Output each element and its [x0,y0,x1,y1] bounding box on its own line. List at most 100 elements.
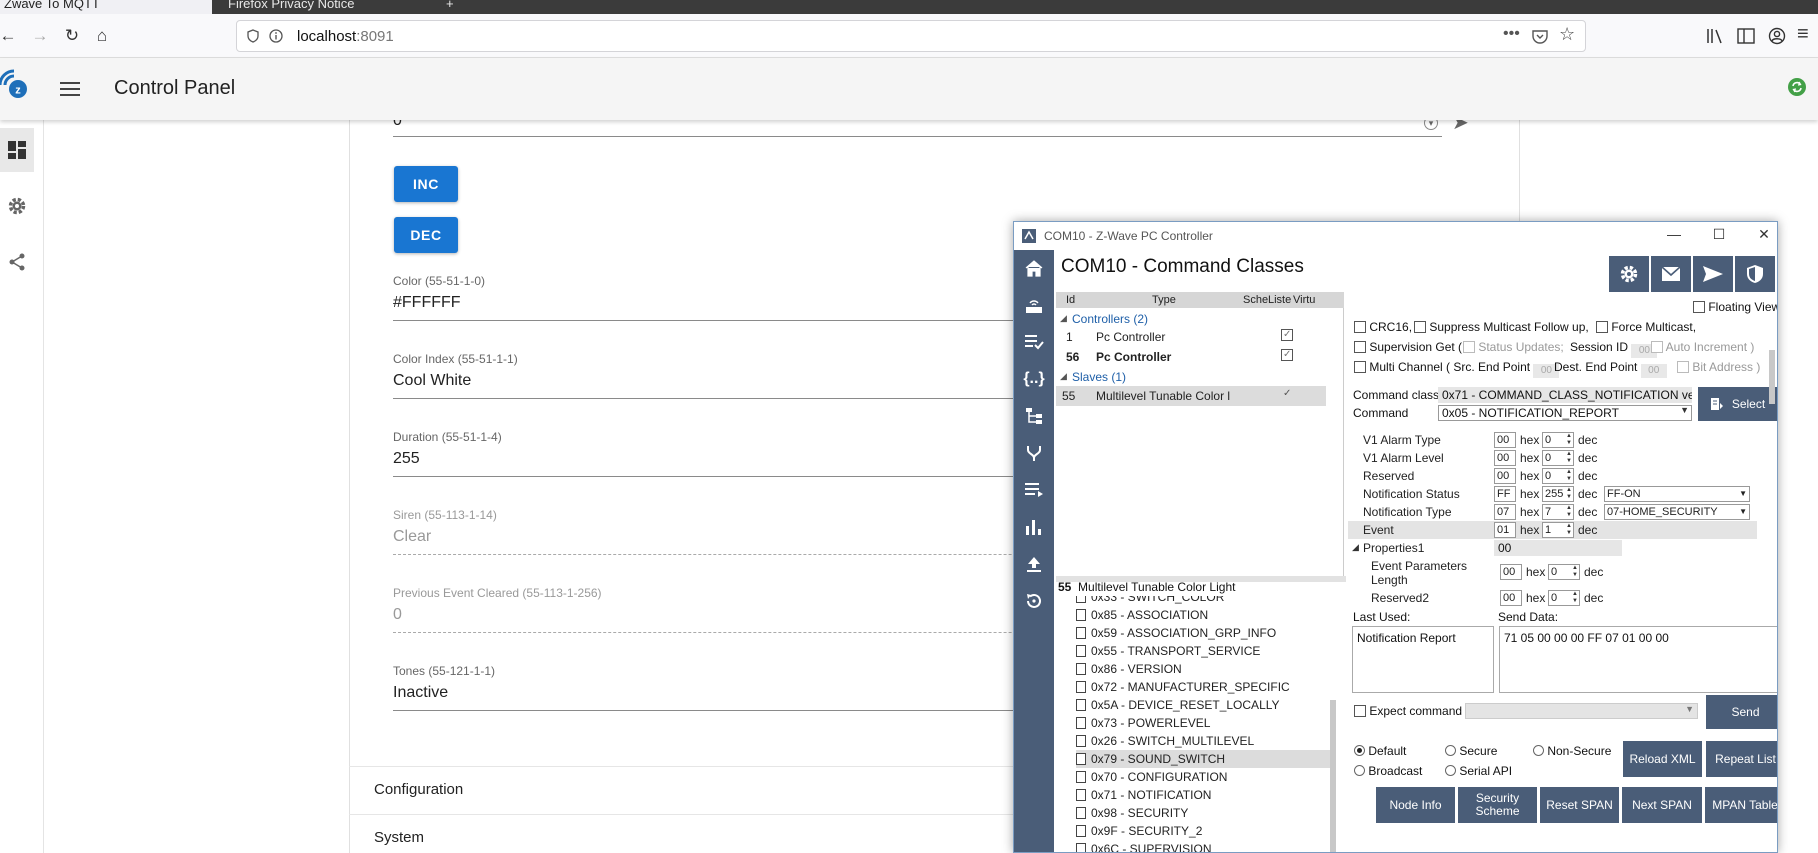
list-item[interactable]: 0x98 - SECURITY [1076,804,1330,822]
list-item[interactable]: 0x26 - SWITCH_MULTILEVEL [1076,732,1330,750]
dec-input[interactable]: 0 ▲ ▼ [1542,468,1574,484]
network-tree-icon[interactable] [1014,398,1054,434]
list-item[interactable]: 0x59 - ASSOCIATION_GRP_INFO [1076,624,1330,642]
table-row[interactable]: 1 Pc Controller ✓ [1056,327,1336,347]
radio-serial-api[interactable]: Serial API [1445,764,1512,778]
settings-gear-icon[interactable] [0,184,34,228]
list-item[interactable]: 0x71 - NOTIFICATION [1076,786,1330,804]
browser-tab-zwave[interactable]: Zwave To MQTT [0,0,212,14]
node-info-button[interactable]: Node Info [1376,787,1455,823]
radio-button[interactable] [1445,745,1456,756]
params-scrollbar[interactable] [1769,350,1775,404]
new-tab-button[interactable]: + [446,0,466,14]
controllers-group[interactable]: ◢ Controllers (2) [1056,309,1336,329]
column-header[interactable]: Type [1152,294,1176,306]
force-multicast-option[interactable]: Force Multicast, [1596,320,1696,334]
minimize-icon[interactable]: — [1662,226,1686,246]
send-button[interactable]: Send [1706,695,1777,729]
bookmark-star-icon[interactable]: ☆ [1559,24,1575,45]
select-button[interactable]: Select [1698,387,1777,421]
reload-icon[interactable]: ↻ [60,24,84,48]
crc16-option[interactable]: CRC16, [1354,320,1412,334]
pocket-icon[interactable] [1532,29,1548,44]
list-item[interactable]: 0x72 - MANUFACTURER_SPECIFIC [1076,678,1330,696]
list-item-selected[interactable]: 0x79 - SOUND_SWITCH [1076,750,1330,768]
repeat-list-button[interactable]: Repeat List [1706,741,1777,777]
list-check-icon[interactable] [1014,324,1054,360]
list-item[interactable]: 0x5A - DEVICE_RESET_LOCALLY [1076,696,1330,714]
command-dropdown[interactable]: 0x05 - NOTIFICATION_REPORT ▼ [1438,405,1692,421]
send-icon[interactable] [1693,256,1733,292]
dec-input[interactable]: 0 ▲ ▼ [1548,564,1580,580]
reset-span-button[interactable]: Reset SPAN [1540,787,1619,823]
radio-button[interactable] [1533,745,1544,756]
browser-tab-privacy[interactable]: Firefox Privacy Notice [222,0,442,14]
window-titlebar[interactable]: COM10 - Z-Wave PC Controller — ☐ ✕ [1014,222,1777,250]
mail-icon[interactable] [1651,256,1691,292]
dec-input[interactable]: 255 ▲ ▼ [1542,486,1574,502]
hex-input[interactable]: 01 [1494,522,1516,538]
radio-button[interactable] [1354,765,1365,776]
security-scheme-button[interactable]: Security Scheme [1458,787,1537,823]
home-icon[interactable] [1014,250,1054,286]
info-icon[interactable] [269,29,283,43]
dec-input[interactable]: 0 ▲ ▼ [1542,432,1574,448]
hex-input[interactable]: 00 [1500,564,1522,580]
table-row-selected[interactable]: 55 Multilevel Tunable Color l ✓ [1056,386,1326,406]
radio-secure[interactable]: Secure [1445,744,1497,758]
library-icon[interactable] [1706,28,1724,44]
dashboard-icon[interactable] [0,128,34,172]
value-dropdown[interactable]: FF-ON ▼ [1604,486,1750,502]
supervision-get-checkbox[interactable] [1354,341,1366,353]
hamburger-menu-icon[interactable] [60,81,80,96]
last-used-list[interactable]: Notification Report [1352,626,1494,693]
radio-button[interactable] [1445,765,1456,776]
upload-icon[interactable] [1014,546,1054,582]
maximize-icon[interactable]: ☐ [1707,226,1731,246]
floating-view-checkbox[interactable] [1693,301,1705,313]
forward-icon[interactable]: → [28,24,52,48]
dec-button[interactable]: DEC [394,217,458,253]
list-item[interactable]: 0x55 - TRANSPORT_SERVICE [1076,642,1330,660]
settings-gear-icon[interactable] [1609,256,1649,292]
table-row[interactable]: 56 Pc Controller ✓ [1056,347,1336,367]
send-data-field[interactable]: 71 05 00 00 00 FF 07 01 00 00 [1499,626,1777,693]
hex-input[interactable]: 00 [1494,450,1516,466]
page-actions-icon[interactable]: ••• [1503,25,1520,43]
list-item[interactable]: 0x70 - CONFIGURATION [1076,768,1330,786]
close-icon[interactable]: ✕ [1752,226,1776,246]
supervision-get-option[interactable]: Supervision Get ( [1354,340,1462,354]
hex-input[interactable]: 00 [1494,432,1516,448]
hex-input[interactable]: FF [1494,486,1516,502]
list-item[interactable]: 0x9F - SECURITY_2 [1076,822,1330,840]
share-icon[interactable] [0,240,34,284]
list-item[interactable]: 0x6C - SUPERVISION [1076,840,1330,852]
slaves-group[interactable]: ◢ Slaves (1) [1056,367,1336,387]
radio-broadcast[interactable]: Broadcast [1354,764,1422,778]
history-icon[interactable] [1014,583,1054,619]
floating-view-option[interactable]: Floating View [1693,300,1777,314]
dec-input[interactable]: 7 ▲ ▼ [1542,504,1574,520]
reload-xml-button[interactable]: Reload XML [1623,741,1702,777]
url-bar[interactable]: localhost:8091 ••• ☆ [236,20,1586,52]
sidebar-toggle-icon[interactable] [1737,28,1755,44]
hex-input[interactable]: 00 [1500,590,1522,606]
mpan-table-button[interactable]: MPAN Table [1705,787,1777,823]
properties-row[interactable]: ◢ Properties1 00 [1348,539,1768,557]
security-shield-icon[interactable] [1735,256,1775,292]
crc16-checkbox[interactable] [1354,321,1366,333]
dec-input[interactable]: 0 ▲ ▼ [1542,450,1574,466]
account-icon[interactable] [1768,27,1786,45]
expect-command-checkbox[interactable] [1354,705,1366,717]
multi-channel-option[interactable]: Multi Channel ( Src. End Point 00 [1354,360,1560,378]
next-span-button[interactable]: Next SPAN [1622,787,1702,823]
suppress-multicast-option[interactable]: Suppress Multicast Follow up, [1414,320,1589,334]
list-item[interactable]: 0x86 - VERSION [1076,660,1330,678]
back-icon[interactable]: ← [0,24,20,48]
radio-non-secure[interactable]: Non-Secure [1533,744,1611,758]
hex-input[interactable]: 00 [1494,468,1516,484]
radio-button[interactable] [1354,745,1365,756]
column-header[interactable]: Id [1066,294,1075,306]
fork-icon[interactable] [1014,435,1054,471]
list-item[interactable]: 0x73 - POWERLEVEL [1076,714,1330,732]
